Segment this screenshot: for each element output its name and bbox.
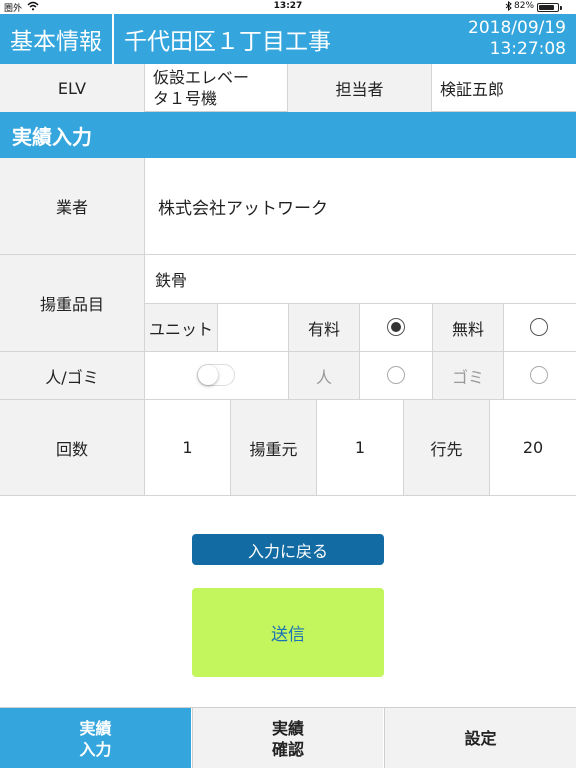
battery-icon [537,3,562,12]
divider [359,304,360,399]
person-option-label: 人 [289,352,359,399]
divider [230,400,231,495]
tab-record-input[interactable]: 実績 入力 [0,708,191,768]
divider [489,400,490,495]
person-trash-label: 人/ゴミ [0,352,144,399]
unit-label: ユニット [145,304,217,351]
count-field[interactable]: 1 [145,400,230,495]
section-title: 実績入力 [0,112,576,158]
vendor-field[interactable]: 株式会社アットワーク [158,158,576,254]
tab-record-confirm[interactable]: 実績 確認 [192,708,383,768]
bluetooth-icon [505,0,512,14]
divider [0,254,576,255]
destination-field[interactable]: 20 [490,400,576,495]
trash-option-label: ゴミ [433,352,503,399]
trash-radio[interactable] [530,366,548,384]
destination-label: 行先 [404,400,489,495]
elevator-name: 仮設エレベー タ１号機 [145,64,288,112]
item-label: 揚重品目 [0,255,144,351]
tab-settings[interactable]: 設定 [384,708,576,768]
free-radio[interactable] [530,318,548,336]
status-time: 13:27 [273,1,303,11]
divider [0,495,576,496]
unit-field[interactable] [218,304,288,351]
paid-radio[interactable] [387,318,405,336]
person-trash-toggle[interactable] [197,364,235,386]
send-button[interactable]: 送信 [192,588,384,677]
divider [432,304,433,399]
header-datetime: 2018/09/19 13:27:08 [468,18,566,60]
basic-info-title[interactable]: 基本情報 [0,14,114,64]
site-name: 千代田区１丁目工事 [124,29,331,55]
tab-bar: 実績 入力 実績 確認 設定 [0,707,576,768]
back-to-input-button[interactable]: 入力に戻る [192,534,384,565]
origin-label: 揚重元 [231,400,316,495]
item-field[interactable]: 鉄骨 [155,255,576,303]
divider [288,304,289,399]
person-radio[interactable] [387,366,405,384]
app-header: 基本情報 千代田区１丁目工事 2018/09/19 13:27:08 [0,14,576,64]
paid-label: 有料 [289,304,359,351]
count-label: 回数 [0,400,144,495]
free-label: 無料 [433,304,503,351]
person-in-charge-label: 担当者 [288,64,432,112]
elv-label: ELV [0,64,145,112]
status-bar: 圏外 13:27 82% [0,0,576,14]
divider [503,304,504,399]
elevator-row: ELV 仮設エレベー タ１号機 担当者 検証五郎 [0,64,576,112]
divider [403,400,404,495]
divider [217,304,218,351]
vendor-label: 業者 [0,158,144,254]
origin-field[interactable]: 1 [317,400,403,495]
divider [316,400,317,495]
divider [144,158,145,495]
divider [144,303,576,304]
header-time: 13:27:08 [489,39,566,59]
battery-percent: 82% [514,1,535,11]
header-date: 2018/09/19 [468,18,566,38]
person-in-charge-name: 検証五郎 [440,80,505,99]
